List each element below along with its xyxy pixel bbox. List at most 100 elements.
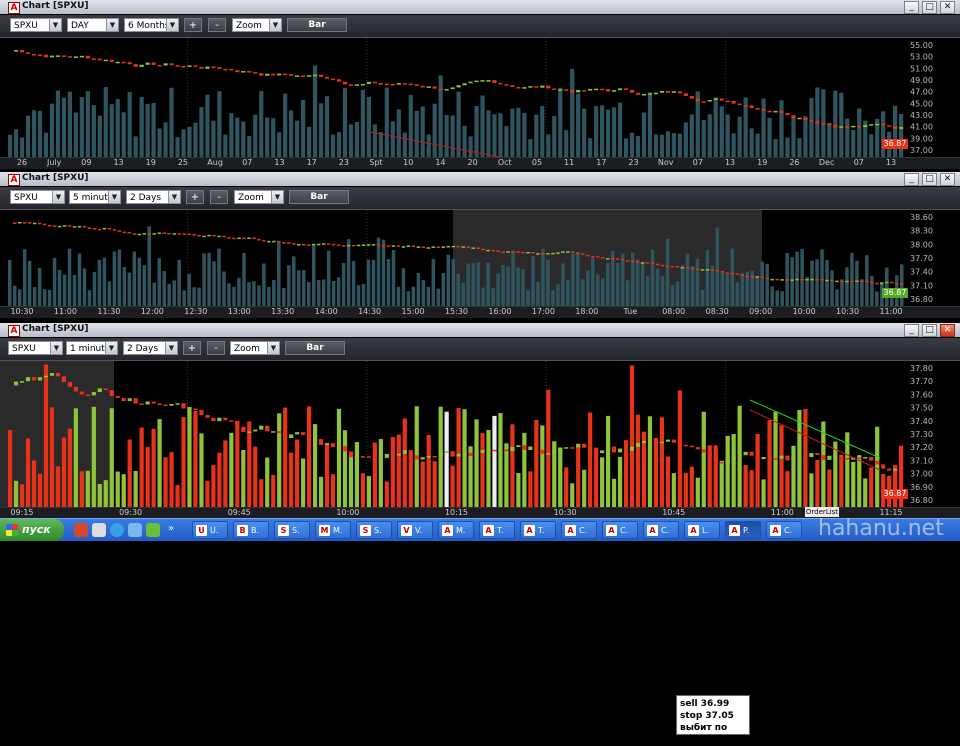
bar-type-button[interactable]: Bar: [287, 18, 347, 32]
volume-bar: [8, 430, 13, 507]
close-button[interactable]: ✕: [940, 173, 955, 186]
volume-bar: [277, 413, 282, 507]
taskbar-task-button[interactable]: A C.: [561, 521, 597, 539]
symbol-select[interactable]: SPXU ▼: [8, 341, 63, 355]
taskbar-task-button[interactable]: A C.: [643, 521, 679, 539]
volume-bar: [117, 249, 122, 306]
volume-bar: [713, 445, 718, 507]
price-candle: [444, 89, 449, 91]
internet-explorer-icon[interactable]: [110, 523, 124, 537]
volume-bar: [187, 274, 191, 306]
volume-bar: [534, 114, 539, 157]
close-button[interactable]: ✕: [940, 1, 955, 14]
y-tick-label: 37.40: [910, 268, 933, 277]
y-tick-label: 43.00: [910, 111, 933, 120]
price-candle: [887, 125, 892, 127]
close-button[interactable]: ✕: [940, 324, 955, 337]
media-icon[interactable]: [146, 523, 160, 537]
volume-bar: [187, 126, 192, 157]
bar-type-button[interactable]: Bar: [289, 190, 349, 204]
minimize-button[interactable]: _: [904, 1, 919, 14]
window-title-bar[interactable]: A Chart [SPXU] _ □ ✕: [0, 323, 960, 337]
maximize-button[interactable]: □: [922, 173, 937, 186]
maximize-button[interactable]: □: [922, 1, 937, 14]
maximize-button[interactable]: □: [922, 324, 937, 337]
volume-bar: [67, 248, 72, 306]
interval-select[interactable]: 1 minute ▼: [66, 341, 118, 355]
volume-bar: [282, 288, 286, 306]
price-chart[interactable]: 37.80 37.70 37.60 37.50 37.40 37.30 37.20 37.10…: [0, 361, 960, 507]
bar-type-button[interactable]: Bar: [285, 341, 345, 355]
symbol-select[interactable]: SPXU ▼: [10, 18, 62, 32]
taskbar-task-button[interactable]: M M.: [315, 521, 351, 539]
volume-bar: [516, 267, 520, 306]
window-title-bar[interactable]: A Chart [SPXU] _ □ ✕: [0, 0, 960, 14]
more-icon[interactable]: »: [168, 523, 182, 537]
volume-bar: [695, 258, 700, 306]
volume-bar: [187, 406, 192, 507]
taskbar-task-button[interactable]: V V.: [397, 521, 433, 539]
interval-select[interactable]: DAY ▼: [67, 18, 119, 32]
x-tick-label: 13:00: [227, 307, 251, 316]
symbol-select[interactable]: SPXU ▼: [10, 190, 65, 204]
taskbar-task-button[interactable]: A L.: [684, 521, 720, 539]
range-select[interactable]: 6 Months ▼: [124, 18, 179, 32]
volume-bar: [336, 408, 342, 507]
price-candle: [761, 109, 766, 111]
volume-bar: [202, 253, 206, 306]
email-icon[interactable]: [92, 523, 106, 537]
interval-select[interactable]: 5 minutes ▼: [69, 190, 121, 204]
zoom-select[interactable]: Zoom ▼: [230, 341, 280, 355]
x-tick-label: 08:00: [662, 307, 686, 316]
taskbar-task-button[interactable]: S S.: [274, 521, 310, 539]
volume-bar: [121, 474, 126, 507]
taskbar-task-button[interactable]: S S.: [356, 521, 392, 539]
price-candle: [755, 108, 760, 110]
taskbar-task-button[interactable]: A M.: [438, 521, 474, 539]
price-candle: [301, 75, 306, 78]
taskbar-task-button[interactable]: B B.: [233, 521, 269, 539]
zoom-select[interactable]: Zoom ▼: [232, 18, 282, 32]
zoom-out-button[interactable]: -: [208, 18, 226, 32]
price-candle: [491, 249, 495, 252]
volume-bar: [73, 408, 78, 507]
price-candle: [805, 278, 809, 281]
window-title-bar[interactable]: A Chart [SPXU] _ □ ✕: [0, 172, 960, 186]
minimize-button[interactable]: _: [904, 324, 919, 337]
zoom-in-button[interactable]: +: [186, 190, 204, 204]
price-chart[interactable]: 38.60 38.30 38.00 37.70 37.40 37.10 36.80 36.87: [0, 210, 960, 306]
price-chart[interactable]: 55.00 53.00 51.00 49.00 47.00 45.00 43.00 41.00…: [0, 38, 960, 157]
zoom-select[interactable]: Zoom ▼: [234, 190, 284, 204]
desktop-icon[interactable]: [128, 523, 142, 537]
volume-bar: [660, 276, 665, 306]
taskbar-task-button[interactable]: A P.: [725, 521, 761, 539]
browser-icon[interactable]: [74, 523, 88, 537]
price-candle: [462, 83, 467, 86]
minimize-button[interactable]: _: [904, 173, 919, 186]
zoom-in-button[interactable]: +: [183, 341, 201, 355]
volume-bar: [229, 432, 234, 507]
volume-bar: [767, 117, 772, 157]
volume-bar: [839, 454, 844, 507]
price-candle: [576, 443, 581, 448]
taskbar-task-button[interactable]: A T.: [479, 521, 515, 539]
taskbar-task-button[interactable]: A T.: [520, 521, 556, 539]
taskbar-task-button[interactable]: A C.: [602, 521, 638, 539]
taskbar-task-button[interactable]: A C.: [766, 521, 802, 539]
range-select[interactable]: 2 Days ▼: [126, 190, 181, 204]
price-candle: [47, 224, 52, 227]
volume-bar: [875, 291, 879, 306]
taskbar-task-button[interactable]: U U.: [192, 521, 228, 539]
zoom-out-button[interactable]: -: [207, 341, 225, 355]
volume-bar: [177, 259, 181, 306]
zoom-out-button[interactable]: -: [210, 190, 228, 204]
volume-bar: [511, 250, 515, 306]
price-candle: [151, 401, 156, 404]
x-tick-label: 13:30: [271, 307, 295, 316]
volume-bar: [552, 441, 557, 507]
start-button[interactable]: пуск: [0, 519, 64, 541]
range-select[interactable]: 2 Days ▼: [123, 341, 178, 355]
volume-bar: [311, 245, 316, 306]
price-candle: [743, 105, 748, 107]
zoom-in-button[interactable]: +: [184, 18, 202, 32]
